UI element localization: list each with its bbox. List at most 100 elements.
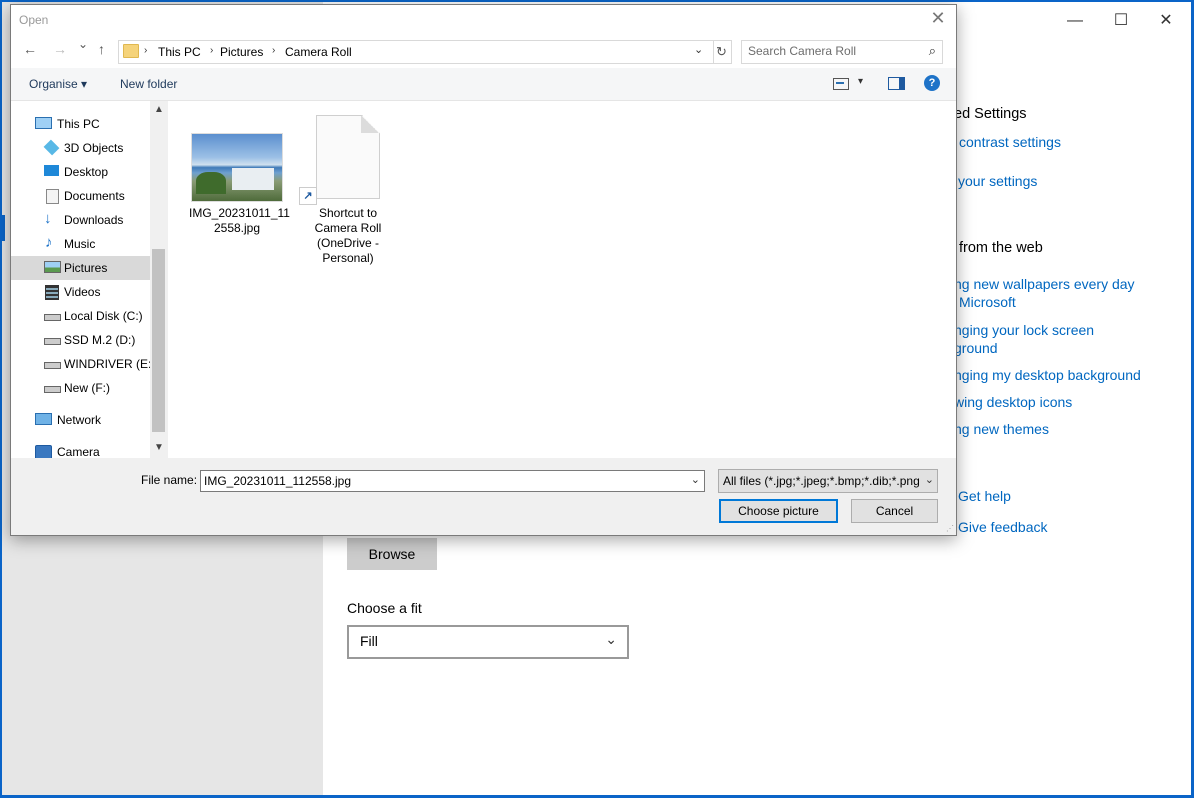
image-thumbnail[interactable]: [191, 133, 283, 202]
file-name-line: IMG_20231011_11: [189, 206, 290, 220]
desktop-icons-link[interactable]: wing desktop icons: [954, 394, 1072, 410]
contrast-settings-link[interactable]: contrast settings: [959, 134, 1061, 150]
maximize-button[interactable]: ☐: [1110, 12, 1132, 30]
chevron-down-icon[interactable]: ⌄: [924, 473, 934, 486]
get-help-link[interactable]: Get help: [958, 488, 1011, 504]
wallpapers-link[interactable]: ng new wallpapers every day: [954, 276, 1135, 292]
preview-pane-icon[interactable]: [888, 77, 905, 90]
nav-item-label: Documents: [64, 189, 125, 203]
file-type-select[interactable]: All files (*.jpg;*.jpeg;*.bmp;*.dib;*.pn…: [718, 469, 938, 493]
folder-icon: [123, 44, 139, 58]
fit-select-value: Fill: [360, 633, 378, 649]
sync-settings-link[interactable]: your settings: [958, 173, 1037, 189]
navigation-pane: This PC 3D Objects Desktop Documents ↓ D…: [11, 101, 169, 460]
refresh-button[interactable]: ↻: [712, 40, 732, 64]
open-file-dialog: Open ✕ ← → ⌄ ↑ › This PC › Pictures › Ca…: [10, 4, 957, 536]
document-icon: [46, 189, 59, 204]
new-themes-link[interactable]: ng new themes: [954, 421, 1049, 437]
address-dropdown-icon[interactable]: ⌄: [694, 43, 703, 56]
file-name-combobox[interactable]: ⌄: [200, 470, 705, 492]
dialog-close-button[interactable]: ✕: [928, 8, 948, 29]
nav-item-videos[interactable]: Videos: [11, 280, 150, 304]
cancel-button[interactable]: Cancel: [851, 499, 938, 523]
nav-item-desktop[interactable]: Desktop: [11, 160, 150, 184]
chevron-down-icon[interactable]: ⌄: [691, 473, 700, 486]
chevron-down-icon: ⌄: [605, 631, 617, 647]
nav-item-label: Pictures: [64, 261, 108, 275]
address-bar[interactable]: › This PC › Pictures › Camera Roll ⌄: [118, 40, 714, 64]
nav-item-music[interactable]: ♪ Music: [11, 232, 150, 256]
help-icon[interactable]: ?: [924, 75, 940, 91]
file-name-line: 2558.jpg: [213, 221, 261, 235]
search-icon[interactable]: ⌕: [929, 43, 936, 59]
help-from-web-heading: from the web: [959, 240, 1043, 256]
nav-item-pictures[interactable]: Pictures: [11, 256, 150, 280]
nav-item-downloads[interactable]: ↓ Downloads: [11, 208, 150, 232]
breadcrumb-separator: ›: [210, 45, 214, 56]
shortcut-arrow-icon: ↗: [299, 187, 317, 205]
pictures-icon: [44, 261, 61, 273]
file-item-image[interactable]: IMG_20231011_11 2558.jpg: [189, 206, 290, 236]
nav-item-label: Network: [57, 413, 102, 427]
nav-item-label: SSD M.2 (D:): [64, 333, 136, 347]
nav-item-label: New (F:): [64, 381, 110, 395]
lock-screen-link-line2[interactable]: ground: [954, 340, 998, 356]
drive-icon: [44, 338, 61, 345]
nav-item-local-disk-c[interactable]: Local Disk (C:): [11, 304, 150, 328]
nav-item-network[interactable]: Network: [11, 408, 150, 432]
new-folder-button[interactable]: New folder: [120, 77, 177, 91]
breadcrumb-separator: ›: [272, 45, 276, 56]
view-icon[interactable]: [833, 78, 849, 90]
nav-item-this-pc[interactable]: This PC: [11, 112, 150, 136]
scrollbar-thumb[interactable]: [152, 249, 165, 432]
breadcrumb-pictures[interactable]: Pictures: [220, 45, 263, 59]
close-window-button[interactable]: ✕: [1155, 12, 1177, 30]
give-feedback-link[interactable]: Give feedback: [958, 519, 1048, 535]
nav-item-label: Camera: [57, 445, 100, 459]
scroll-down-icon[interactable]: ▼: [154, 442, 164, 453]
breadcrumb-this-pc[interactable]: This PC: [158, 45, 201, 59]
file-type-value: All files (*.jpg;*.jpeg;*.bmp;*.dib;*.pn…: [723, 474, 919, 488]
organise-menu[interactable]: Organise ▾: [29, 77, 87, 91]
file-item-shortcut[interactable]: Shortcut to Camera Roll (OneDrive - Pers…: [303, 206, 393, 266]
drive-icon: [44, 386, 61, 393]
fit-select[interactable]: Fill ⌄: [347, 625, 629, 659]
search-input[interactable]: [748, 44, 908, 58]
nav-item-3d-objects[interactable]: 3D Objects: [11, 136, 150, 160]
choose-picture-button[interactable]: Choose picture: [719, 499, 838, 523]
up-button[interactable]: ↑: [98, 41, 105, 57]
search-box[interactable]: ⌕: [741, 40, 943, 64]
nav-item-label: Music: [64, 237, 96, 251]
sidebar-selection-indicator: [2, 215, 5, 241]
minimize-button[interactable]: —: [1064, 12, 1086, 30]
scroll-up-icon[interactable]: ▲: [154, 104, 164, 115]
cube-icon: [43, 139, 60, 156]
dialog-title: Open: [19, 13, 49, 27]
nav-item-label: Local Disk (C:): [64, 309, 143, 323]
breadcrumb-camera-roll[interactable]: Camera Roll: [285, 45, 352, 59]
back-button[interactable]: ←: [23, 41, 37, 57]
nav-pane-scrollbar[interactable]: ▲ ▼: [150, 101, 168, 458]
file-name-field[interactable]: [204, 474, 684, 488]
file-list: [171, 101, 954, 458]
resize-grip-icon[interactable]: ⋰: [946, 524, 954, 533]
network-icon: [35, 413, 52, 425]
choose-fit-label: Choose a fit: [347, 600, 422, 616]
file-name-line: Shortcut to: [318, 206, 378, 220]
thumbnail-trees: [196, 172, 226, 194]
command-bar: Organise ▾ New folder ▾ ?: [11, 68, 956, 101]
view-dropdown[interactable]: ▾: [858, 76, 863, 87]
nav-item-documents[interactable]: Documents: [11, 184, 150, 208]
nav-item-ssd-d[interactable]: SSD M.2 (D:): [11, 328, 150, 352]
desktop-icon: [44, 165, 59, 176]
nav-item-label: This PC: [57, 117, 100, 131]
forward-button[interactable]: →: [53, 41, 67, 57]
wallpapers-link-line2[interactable]: Microsoft: [959, 294, 1016, 310]
nav-item-new-f[interactable]: New (F:): [11, 376, 150, 400]
nav-item-windriver-e[interactable]: WINDRIVER (E:): [11, 352, 155, 376]
lock-screen-link[interactable]: nging your lock screen: [954, 322, 1094, 338]
desktop-background-link[interactable]: nging my desktop background: [954, 367, 1141, 383]
recent-locations-button[interactable]: ⌄: [78, 37, 88, 51]
browse-button[interactable]: Browse: [347, 538, 437, 570]
monitor-icon: [35, 117, 52, 129]
